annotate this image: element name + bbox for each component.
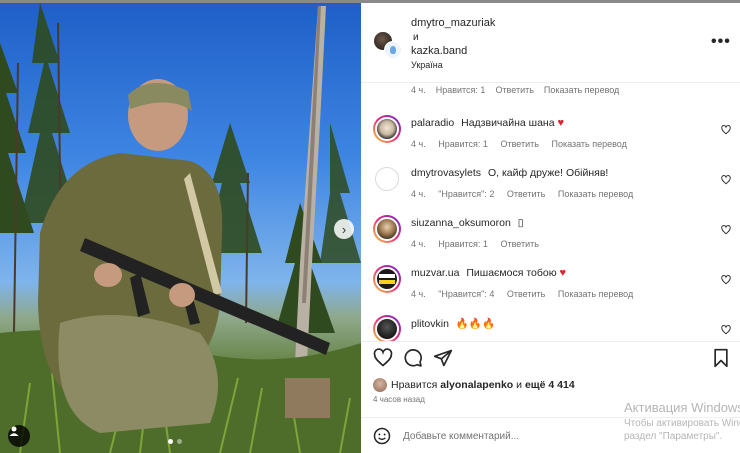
red-heart-emoji: ♥: [557, 117, 565, 129]
comment-likes[interactable]: Нравится: 1: [438, 139, 488, 149]
collaborator-avatar[interactable]: [384, 41, 402, 59]
comment-item: siuzanna_oksumoron ▯ 4 ч. Нравится: 1 От…: [361, 213, 740, 263]
comment-item: plitovkin 🔥🔥🔥: [361, 313, 740, 341]
comment-meta: 4 ч. Нравится: 1 Ответить Показать перев…: [411, 139, 637, 149]
liker-username[interactable]: alyonalapenko: [440, 379, 513, 391]
comment-username[interactable]: plitovkin: [411, 318, 449, 330]
red-heart-emoji: ♥: [559, 267, 567, 279]
comment-username[interactable]: muzvar.ua: [411, 267, 459, 279]
translate-button[interactable]: Показать перевод: [551, 139, 626, 149]
comment-text: dmytrovasylets О, кайф друже! Обійняв!: [411, 167, 608, 179]
likes-summary: Нравится alyonalapenko и ещё 4 414: [373, 378, 575, 392]
post-actions: Нравится alyonalapenko и ещё 4 414 4 час…: [361, 341, 740, 417]
comment-body: 🔥🔥🔥: [455, 318, 496, 330]
user-icon: [9, 426, 19, 436]
comment-likes[interactable]: Нравится: 1: [436, 85, 486, 95]
add-comment-input[interactable]: [403, 426, 603, 446]
comment-avatar[interactable]: [373, 315, 401, 341]
comment-bubble-icon[interactable]: [403, 348, 423, 368]
reply-button[interactable]: Ответить: [507, 289, 545, 299]
comment-body: Надзвичайна шана: [461, 117, 555, 129]
reply-button[interactable]: Ответить: [500, 239, 538, 249]
like-comment-heart-icon[interactable]: [721, 275, 731, 285]
reply-button[interactable]: Ответить: [495, 85, 533, 95]
post-sidebar: dmytro_mazuriak и kazka.band Україна •••…: [361, 3, 740, 453]
comment-meta: 4 ч. Нравится: 1 Ответить: [411, 239, 549, 249]
likes-conjunction: и: [516, 379, 523, 391]
like-comment-heart-icon[interactable]: [721, 175, 731, 185]
post-timestamp[interactable]: 4 часов назад: [373, 395, 425, 404]
reply-button[interactable]: Ответить: [507, 189, 545, 199]
comment-time: 4 ч.: [411, 289, 426, 299]
comment-meta: 4 ч. "Нравится": 2 Ответить Показать пер…: [411, 189, 643, 199]
post-photo[interactable]: ›: [0, 3, 361, 453]
author-username[interactable]: dmytro_mazuriak: [411, 17, 495, 29]
author-conjunction: и: [413, 32, 419, 43]
comment-avatar[interactable]: [375, 167, 399, 191]
comment-item: muzvar.ua Пишаємося тобою ♥ 4 ч. "Нравит…: [361, 263, 740, 313]
comment-text: plitovkin 🔥🔥🔥: [411, 317, 495, 330]
post-header: dmytro_mazuriak и kazka.band Україна •••: [361, 3, 740, 83]
carousel-dot: [168, 439, 173, 444]
comment-text: palaradio Надзвичайна шана ♥: [411, 117, 564, 129]
comment-meta: 4 ч. Нравится: 1 Ответить Показать перев…: [411, 85, 629, 95]
like-heart-icon[interactable]: [373, 348, 393, 368]
comment-time: 4 ч.: [411, 85, 426, 95]
post-location[interactable]: Україна: [411, 60, 443, 70]
add-comment-bar: [361, 417, 740, 453]
comments-list[interactable]: 4 ч. Нравится: 1 Ответить Показать перев…: [361, 83, 740, 341]
comment-time: 4 ч.: [411, 239, 426, 249]
comment-time: 4 ч.: [411, 139, 426, 149]
likes-prefix: Нравится: [391, 379, 438, 391]
muzvar-logo-icon: [379, 274, 395, 284]
photo-illustration: [0, 3, 361, 453]
comment-text: siuzanna_oksumoron ▯: [411, 217, 524, 229]
comment-avatar[interactable]: [373, 265, 401, 293]
bookmark-save-icon[interactable]: [711, 348, 731, 368]
comment-item: palaradio Надзвичайна шана ♥ 4 ч. Нравит…: [361, 113, 740, 163]
reply-button[interactable]: Ответить: [500, 139, 538, 149]
comment-body: ▯: [517, 217, 524, 229]
comment-username[interactable]: siuzanna_oksumoron: [411, 217, 511, 229]
comment-avatar[interactable]: [373, 115, 401, 143]
like-comment-heart-icon[interactable]: [721, 225, 731, 235]
emoji-smiley-icon[interactable]: [373, 427, 391, 445]
comment-body: О, кайф друже! Обійняв!: [487, 167, 609, 179]
comment-likes[interactable]: Нравится: 1: [438, 239, 488, 249]
next-photo-button[interactable]: ›: [334, 219, 354, 239]
translate-button[interactable]: Показать перевод: [558, 289, 633, 299]
collaborator-username[interactable]: kazka.band: [411, 45, 467, 57]
carousel-dot: [177, 439, 182, 444]
like-comment-heart-icon[interactable]: [721, 325, 731, 335]
more-options-icon[interactable]: •••: [711, 33, 731, 51]
chevron-right-icon: ›: [341, 221, 347, 237]
translate-button[interactable]: Показать перевод: [544, 85, 619, 95]
tagged-users-button[interactable]: [8, 425, 30, 447]
comment-text: muzvar.ua Пишаємося тобою ♥: [411, 267, 566, 279]
comment-meta: 4 ч. "Нравится": 4 Ответить Показать пер…: [411, 289, 643, 299]
like-comment-heart-icon[interactable]: [721, 125, 731, 135]
comment-time: 4 ч.: [411, 189, 426, 199]
share-send-icon[interactable]: [433, 348, 453, 368]
comment-username[interactable]: palaradio: [411, 117, 454, 129]
comment-likes[interactable]: "Нравится": 4: [438, 289, 494, 299]
comment-avatar[interactable]: [373, 215, 401, 243]
translate-button[interactable]: Показать перевод: [558, 189, 633, 199]
comment-item: dmytrovasylets О, кайф друже! Обійняв! 4…: [361, 163, 740, 213]
comment-body: Пишаємося тобою: [466, 267, 557, 279]
liker-avatar[interactable]: [373, 378, 387, 392]
comment-username[interactable]: dmytrovasylets: [411, 167, 481, 179]
likes-count[interactable]: ещё 4 414: [525, 379, 575, 391]
author-avatars[interactable]: [373, 31, 403, 61]
comment-likes[interactable]: "Нравится": 2: [438, 189, 494, 199]
carousel-indicators: [168, 439, 182, 444]
